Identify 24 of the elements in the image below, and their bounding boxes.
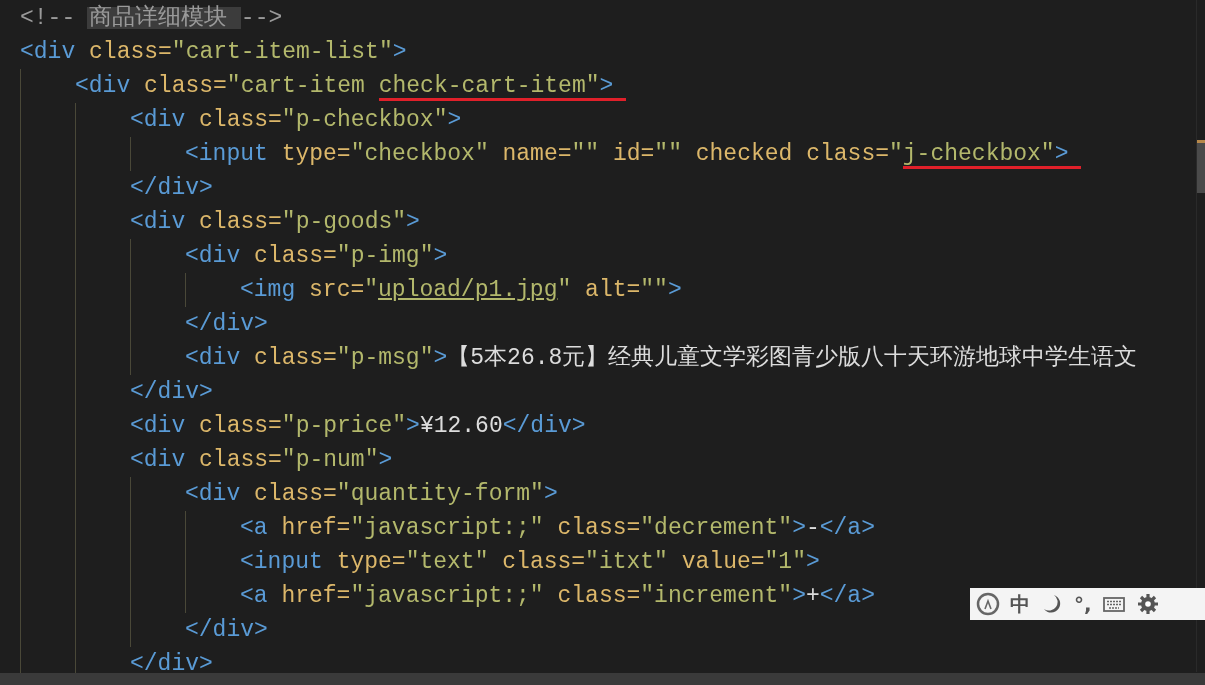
code-line: <div class="cart-item check-cart-item"> — [75, 69, 614, 103]
code-line: </div> — [185, 616, 268, 645]
input-mode-toggle[interactable]: 中 — [1010, 590, 1030, 618]
code-line: <!-- 商品详细模块 --> — [20, 3, 283, 33]
code-line: <img src="upload/p1.jpg" alt=""> — [240, 276, 682, 305]
code-line: <div class="p-checkbox"> — [130, 106, 462, 135]
code-line: <div class="p-goods"> — [130, 208, 420, 237]
code-line: </div> — [185, 310, 268, 339]
code-line: <a href="javascript:;" class="decrement">-</a> — [240, 514, 875, 543]
code-line: <div class="p-msg">【5本26.8元】经典儿童文学彩图青少版八十天环游地球中学生语文 — [185, 343, 1138, 373]
punctuation-toggle[interactable]: °, — [1074, 592, 1092, 616]
code-line: <div class="p-num"> — [130, 446, 393, 475]
code-line: <input type="checkbox" name="" id="" checked class="j-checkbox"> — [185, 137, 1069, 171]
code-line: <div class="quantity-form"> — [185, 480, 558, 509]
code-line: <div class="p-price">¥12.60</div> — [130, 412, 586, 441]
code-line: <input type="text" class="itxt" value="1"> — [240, 548, 820, 577]
code-line: </div> — [130, 174, 213, 203]
scrollbar-thumb[interactable] — [1197, 140, 1205, 193]
code-line: <div class="cart-item-list"> — [20, 38, 407, 67]
code-line: <div class="p-img"> — [185, 242, 448, 271]
code-line: </div> — [130, 378, 213, 407]
code-line: </div> — [130, 650, 213, 679]
code-line: <a href="javascript:;" class="increment">+</a> — [240, 582, 875, 611]
settings-icon[interactable] — [1135, 592, 1160, 616]
